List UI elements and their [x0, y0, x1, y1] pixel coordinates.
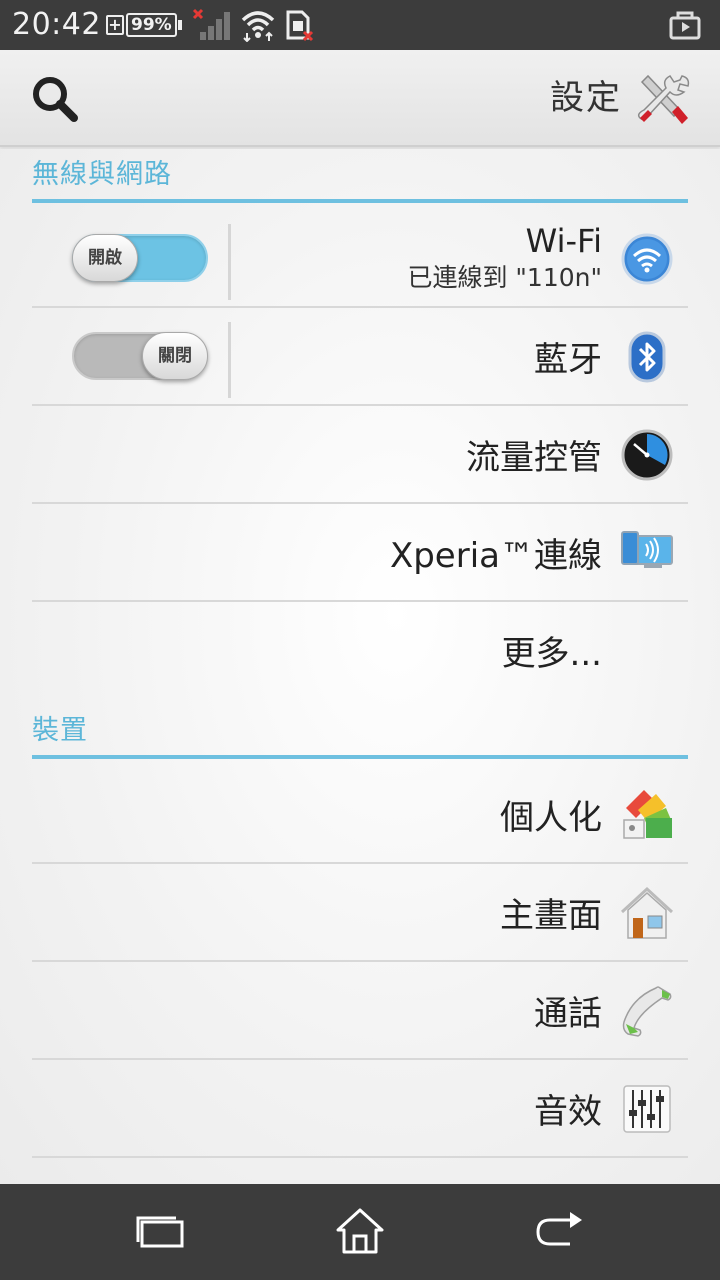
personalization-title: 個人化	[500, 797, 602, 838]
back-icon[interactable]	[530, 1206, 590, 1258]
sound-title: 音效	[534, 1091, 602, 1132]
settings-item-call[interactable]: 通話	[32, 962, 688, 1060]
bluetooth-title: 藍牙	[534, 339, 602, 380]
more-title: 更多...	[501, 633, 602, 674]
toggle-knob-label: 關閉	[142, 332, 208, 380]
home-screen-icon	[620, 886, 674, 939]
bluetooth-toggle[interactable]: 關閉	[72, 332, 208, 380]
data-usage-title: 流量控管	[466, 437, 602, 478]
signal-no-service-icon	[192, 8, 230, 40]
xperia-connect-icon	[621, 531, 673, 568]
wifi-icon	[241, 11, 275, 42]
home-icon[interactable]	[330, 1206, 390, 1258]
settings-item-home-screen[interactable]: 主畫面	[32, 864, 688, 962]
section-header-wireless: 無線與網路	[32, 149, 688, 203]
battery-percent: 99%	[126, 13, 177, 37]
toggle-knob-label: 開啟	[72, 234, 138, 282]
recent-apps-icon[interactable]	[130, 1206, 190, 1258]
wifi-settings-icon	[621, 233, 673, 285]
data-usage-icon	[621, 429, 673, 481]
xperia-connect-title: Xperia™連線	[389, 535, 602, 576]
settings-item-wifi[interactable]: 開啟 Wi-Fi 已連線到 "110n"	[32, 210, 688, 308]
settings-item-sound[interactable]: 音效	[32, 1060, 688, 1158]
screenshot-share-icon[interactable]	[668, 8, 702, 42]
personalization-icon	[623, 790, 672, 839]
settings-item-bluetooth[interactable]: 關閉 藍牙	[32, 308, 688, 406]
bluetooth-icon	[628, 331, 666, 383]
wifi-title: Wi-Fi	[525, 222, 602, 260]
settings-list[interactable]: 無線與網路 開啟 Wi-Fi 已連線到 "110n" 關閉 藍牙 流量控管 Xp…	[0, 149, 720, 1184]
home-screen-title: 主畫面	[500, 895, 602, 936]
settings-item-data-usage[interactable]: 流量控管	[32, 406, 688, 504]
search-icon[interactable]	[28, 74, 84, 124]
settings-item-xperia-connect[interactable]: Xperia™連線	[32, 504, 688, 602]
settings-item-more[interactable]: 更多...	[32, 602, 688, 700]
navigation-bar	[0, 1184, 720, 1280]
call-title: 通話	[534, 993, 602, 1034]
settings-item-personalization[interactable]: 個人化	[32, 766, 688, 864]
section-header-device: 裝置	[32, 705, 688, 759]
page-title: 設定	[550, 78, 622, 118]
section-title: 無線與網路	[32, 159, 172, 190]
section-title: 裝置	[32, 715, 88, 746]
battery-charging-icon: + 99%	[106, 11, 182, 39]
sim-missing-icon	[286, 10, 314, 42]
wifi-summary: 已連線到 "110n"	[407, 263, 602, 292]
status-time: 20:42	[12, 7, 101, 42]
tools-icon	[637, 74, 690, 124]
action-bar: 設定	[0, 50, 720, 147]
phone-icon	[622, 986, 672, 1037]
divider	[228, 224, 231, 300]
status-bar[interactable]: 20:42 + 99%	[0, 0, 720, 50]
wifi-toggle[interactable]: 開啟	[72, 234, 208, 282]
equalizer-icon	[623, 1085, 671, 1133]
divider	[228, 322, 231, 398]
